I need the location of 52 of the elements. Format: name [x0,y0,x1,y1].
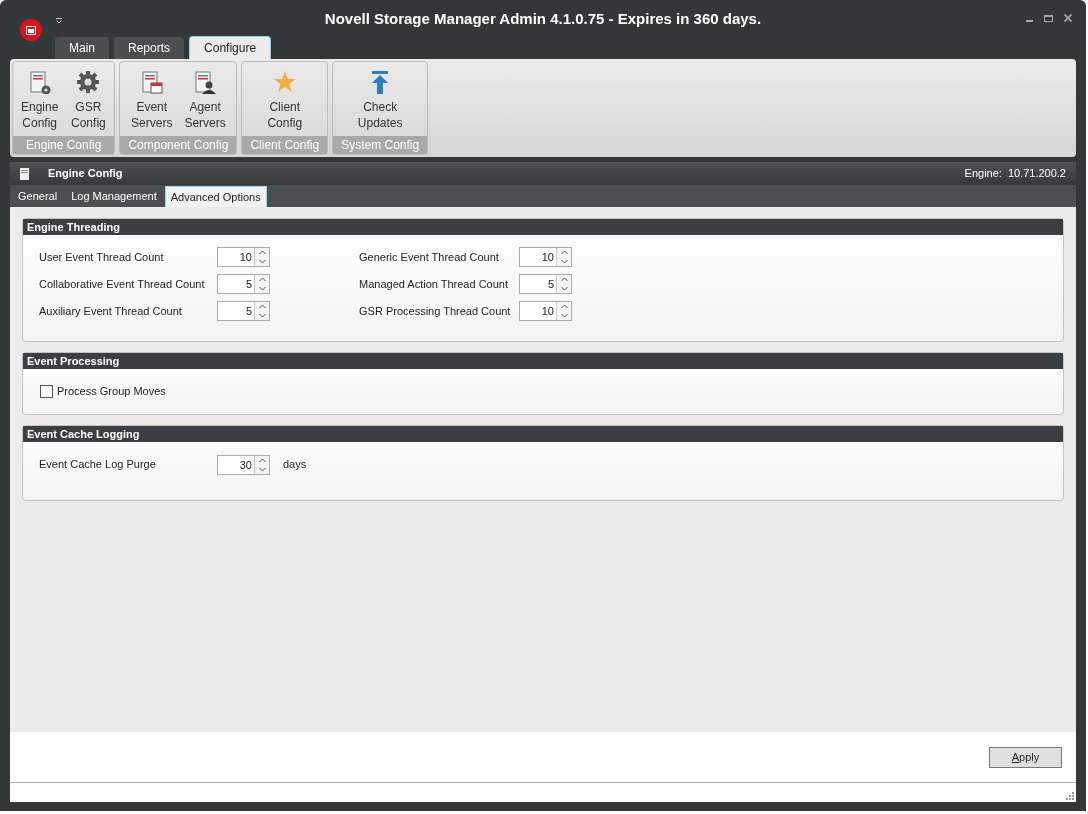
gear-icon [76,70,101,94]
ribbon-button[interactable]: Check Updates [355,62,405,136]
field-label: User Event Thread Count [39,249,165,265]
apply-button[interactable]: Apply [989,746,1062,768]
resize-grip-icon[interactable] [1065,791,1074,800]
server-person-icon [193,70,218,94]
ribbon-button[interactable]: Agent Servers [182,62,228,136]
field-label: Event Cache Log Purge [39,457,157,473]
engine-address: 10.71.200.2 [1007,166,1066,182]
group-header: Event Processing [23,353,1063,369]
ribbon-group-label: System Config [333,136,428,154]
maximize-icon[interactable] [1044,14,1053,22]
field-label: Managed Action Thread Count [358,276,509,292]
server-calendar-icon [139,70,164,94]
server-icon [20,167,29,180]
ribbon-tab[interactable]: Reports [114,37,185,59]
engine-label: Engine: [964,166,1002,182]
star-icon [272,70,297,94]
sub-tab[interactable]: General [12,186,64,207]
ribbon-button[interactable]: GSR Config [68,62,109,136]
unit-label: days [283,457,307,473]
ribbon-button[interactable]: Client Config [264,62,305,136]
ribbon-group-label: Client Config [242,136,328,154]
close-icon[interactable] [1064,14,1072,22]
ribbon-tab[interactable]: Main [55,37,109,59]
ribbon-button[interactable]: Engine Config [19,62,61,136]
ribbon-group-label: Component Config [120,136,237,154]
number-spinner[interactable]: 10 [519,301,572,321]
app-logo-icon[interactable] [20,19,42,41]
number-spinner[interactable]: 10 [519,247,572,267]
field-label: Collaborative Event Thread Count [39,276,206,292]
group-header: Event Cache Logging [23,425,1063,442]
number-spinner[interactable]: 30 [217,454,270,475]
field-label: Generic Event Thread Count [358,249,500,265]
number-spinner[interactable]: 10 [217,247,270,267]
sub-tab[interactable]: Log Management [65,186,163,207]
number-spinner[interactable]: 5 [217,301,270,321]
number-spinner[interactable]: 5 [519,274,572,294]
field-label: GSR Processing Thread Count [358,303,512,319]
server-gear-icon [27,70,52,94]
panel-title: Engine Config [48,166,123,182]
sub-tab[interactable]: Advanced Options [164,186,267,207]
checkbox[interactable] [40,384,53,398]
field-label: Auxiliary Event Thread Count [39,303,183,319]
quick-access-dropdown-icon[interactable] [56,18,62,24]
ribbon-tab[interactable]: Configure [189,36,272,59]
group-header: Engine Threading [23,219,1063,235]
number-spinner[interactable]: 5 [217,274,270,294]
ribbon-group-label: Engine Config [13,136,115,154]
ribbon-button[interactable]: Event Servers [129,62,175,136]
window-title: Novell Storage Manager Admin 4.1.0.75 - Expires in 360 days. [323,9,763,30]
checkbox-label: Process Group Moves [57,384,166,399]
